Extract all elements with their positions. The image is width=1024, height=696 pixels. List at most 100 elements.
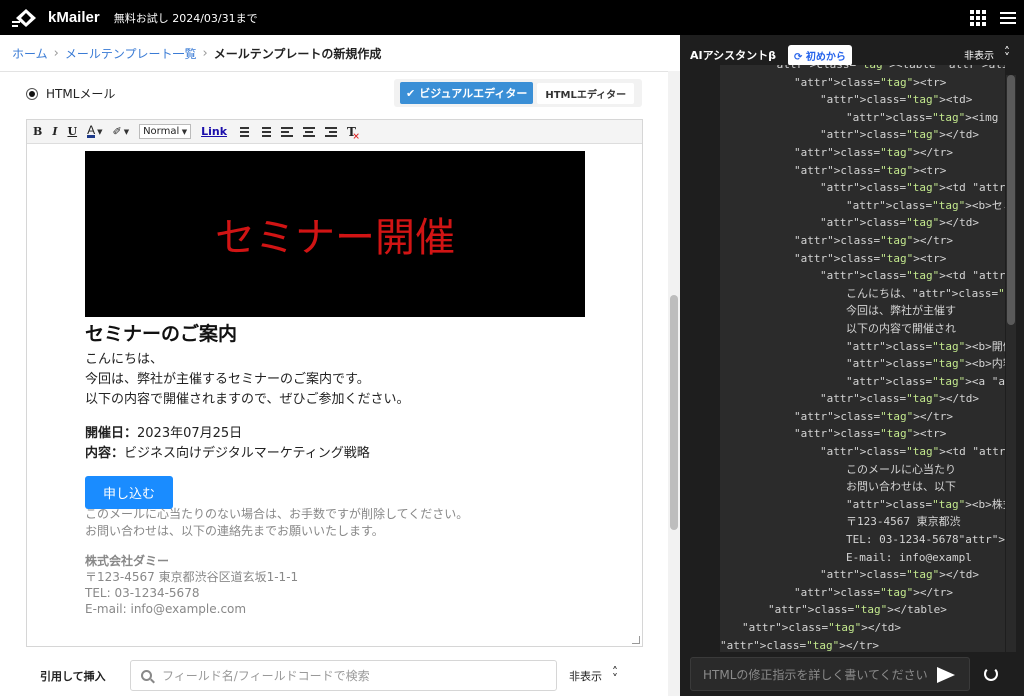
restart-label: 初めから	[805, 51, 846, 63]
banner-image: セミナー開催	[85, 151, 585, 317]
caret-down-icon: ▼	[97, 127, 103, 136]
ai-hide-label: 非表示	[964, 51, 994, 62]
code-line: "attr">class="tag"></tr>	[794, 145, 953, 159]
intro-line-2: 以下の内容で開催されますので、ぜひご参加ください。	[85, 392, 410, 407]
code-line: "attr">class="tag"><tr>	[794, 427, 947, 441]
search-icon	[141, 670, 152, 681]
refresh-icon[interactable]	[984, 667, 998, 681]
code-line: "attr">class="tag"></td>	[820, 568, 979, 582]
date-label: 開催日：	[85, 426, 138, 441]
bold-button[interactable]: B	[33, 125, 42, 138]
note-line-1: このメールに心当たりのない場合は、お手数ですが削除してください。	[85, 507, 469, 521]
check-icon: ✔	[406, 86, 416, 100]
company-info: 株式会社ダミー 〒123-4567 東京都渋谷区道玄坂1-1-1 TEL: 03…	[85, 553, 585, 617]
code-line: "attr">class="tag"><td "attr">style="fon…	[820, 269, 1005, 283]
trial-notice: 無料お試し 2024/03/31まで	[113, 11, 258, 25]
code-scrollbar-thumb[interactable]	[1007, 75, 1015, 325]
visual-editor-label: ビジュアルエディター	[419, 87, 528, 100]
banner-text: セミナー開催	[215, 216, 455, 260]
footer-note: このメールに心当たりのない場合は、お手数ですが削除してください。 お問い合わせは…	[85, 506, 585, 540]
code-line: "attr">class="tag"></td>	[742, 621, 901, 634]
code-line: このメールに心当たり	[846, 462, 956, 476]
code-line: E-mail: info@exampl	[846, 550, 972, 564]
italic-button[interactable]: I	[52, 125, 57, 138]
resize-handle[interactable]	[632, 636, 640, 644]
code-line: "attr">class="tag"></tr>	[794, 409, 953, 423]
code-line: "attr">class="tag"><a "attr">href="https…	[846, 374, 1005, 388]
breadcrumb-home[interactable]: ホーム	[12, 45, 48, 62]
code-line: "attr">class="tag"></tr>	[720, 638, 879, 652]
chevron-right-icon: ›	[53, 46, 59, 61]
numbered-list-icon[interactable]	[259, 126, 272, 137]
html-editor-tab[interactable]: HTMLエディター	[537, 82, 635, 104]
align-left-icon[interactable]	[281, 126, 294, 137]
company-address: 〒123-4567 東京都渋谷区道玄坂1-1-1	[85, 570, 299, 584]
apply-button[interactable]: 申し込む	[85, 476, 174, 509]
refresh-icon: ⟳	[794, 51, 803, 63]
field-search-input[interactable]: フィールド名/フィールドコードで検索	[130, 660, 557, 691]
code-line: こんにちは、"attr">class="tag"><br />	[846, 286, 1005, 300]
align-center-icon[interactable]	[303, 126, 316, 137]
visual-editor-tab[interactable]: ✔ ビジュアルエディター	[400, 82, 534, 104]
ai-title: AIアシスタントβ	[690, 49, 777, 62]
send-icon[interactable]	[937, 667, 955, 683]
email-body[interactable]: セミナー開催 セミナーのご案内 こんにちは、 今回は、弊社が主催するセミナーのご…	[85, 151, 585, 617]
date-value: 2023年07月25日	[137, 426, 243, 441]
insert-hide-button[interactable]: 非表示 ˄ ˅	[569, 664, 618, 686]
highlight-color-button[interactable]: ✐ ▼	[112, 125, 129, 138]
breadcrumb-current: メールテンプレートの新規作成	[213, 47, 382, 61]
top-bar: kMailer 無料お試し 2024/03/31まで	[0, 0, 1024, 35]
hamburger-menu-icon[interactable]	[1000, 11, 1016, 24]
collapse-chevron-icon: ˄ ˅	[612, 664, 618, 686]
app-name: kMailer	[48, 9, 100, 26]
code-line: "attr">class="tag"><b>株式会社ダミー"attr">clas…	[846, 497, 1005, 511]
code-line: "attr">class="tag"><td>	[820, 93, 973, 107]
align-right-icon[interactable]	[325, 126, 338, 137]
format-select[interactable]: Normal ▼	[139, 124, 192, 139]
insert-label: 引用して挿入	[40, 669, 106, 683]
code-line: "attr">class="tag"><table "attr">align="…	[720, 65, 1005, 74]
ai-input-row: HTMLの修正指示を詳しく書いてください	[680, 652, 1024, 696]
greeting: こんにちは、	[85, 352, 164, 367]
clear-format-button[interactable]: T	[347, 125, 360, 142]
caret-down-icon: ▼	[181, 127, 188, 136]
html-code-view[interactable]: "attr">class="tag"><table "attr">align="…	[720, 65, 1005, 652]
chevron-right-icon: ›	[202, 46, 208, 61]
content-label: 内容：	[85, 446, 125, 461]
code-line: "attr">class="tag"><b>開催日："attr">class="…	[846, 339, 1005, 353]
underline-button[interactable]: U	[67, 125, 77, 138]
code-line: "attr">class="tag"></table>	[768, 603, 947, 617]
editor-mode-switch: ✔ ビジュアルエディター HTMLエディター	[394, 79, 642, 107]
company-tel: TEL: 03-1234-5678	[85, 586, 200, 600]
code-line: "attr">class="tag"><td "attr">style="fon…	[820, 445, 1005, 459]
link-button[interactable]: Link	[201, 125, 227, 138]
ai-instruction-input[interactable]: HTMLの修正指示を詳しく書いてください	[690, 657, 970, 691]
restart-button[interactable]: ⟳ 初めから	[788, 44, 852, 66]
html-mail-radio[interactable]	[26, 87, 38, 100]
email-intro: こんにちは、 今回は、弊社が主催するセミナーのご案内です。 以下の内容で開催され…	[85, 350, 585, 410]
code-line: 以下の内容で開催され	[846, 321, 956, 335]
visual-editor[interactable]: B I U A ▼ ✐ ▼ Normal ▼ Link T × セミナー開催 セ…	[26, 119, 643, 647]
editor-toolbar: B I U A ▼ ✐ ▼ Normal ▼ Link T	[27, 120, 642, 144]
insert-field-bar: 引用して挿入 フィールド名/フィールドコードで検索 非表示 ˄ ˅	[26, 655, 643, 696]
code-line: "attr">class="tag"><img "attr">src="http…	[846, 110, 1005, 124]
font-color-icon: A	[87, 123, 96, 138]
ai-input-placeholder: HTMLの修正指示を詳しく書いてください	[703, 667, 928, 682]
code-line: "attr">class="tag"><tr>	[794, 163, 947, 177]
format-select-value: Normal	[143, 126, 180, 137]
code-line: "attr">class="tag"><tr>	[794, 251, 947, 265]
code-line: 〒123-4567 東京都渋	[846, 515, 961, 529]
mail-type-option[interactable]: HTMLメール	[26, 85, 115, 102]
content-value: ビジネス向けデジタルマーケティング戦略	[124, 446, 370, 461]
code-line: TEL: 03-1234-5678"attr">class="tag"><b	[846, 533, 1005, 547]
intro-line-1: 今回は、弊社が主催するセミナーのご案内です。	[85, 372, 370, 387]
apps-grid-icon[interactable]	[970, 9, 986, 26]
ai-hide-button[interactable]: 非表示 ˄ ˅	[964, 46, 1010, 64]
code-line: "attr">class="tag"></td>	[820, 216, 979, 230]
code-line: "attr">class="tag"></td>	[820, 392, 979, 406]
font-color-button[interactable]: A ▼	[87, 123, 103, 138]
email-heading: セミナーのご案内	[85, 323, 238, 345]
scrollbar-thumb[interactable]	[670, 295, 678, 530]
bullet-list-icon[interactable]	[237, 126, 250, 137]
breadcrumb-template-list[interactable]: メールテンプレート一覧	[65, 45, 197, 62]
